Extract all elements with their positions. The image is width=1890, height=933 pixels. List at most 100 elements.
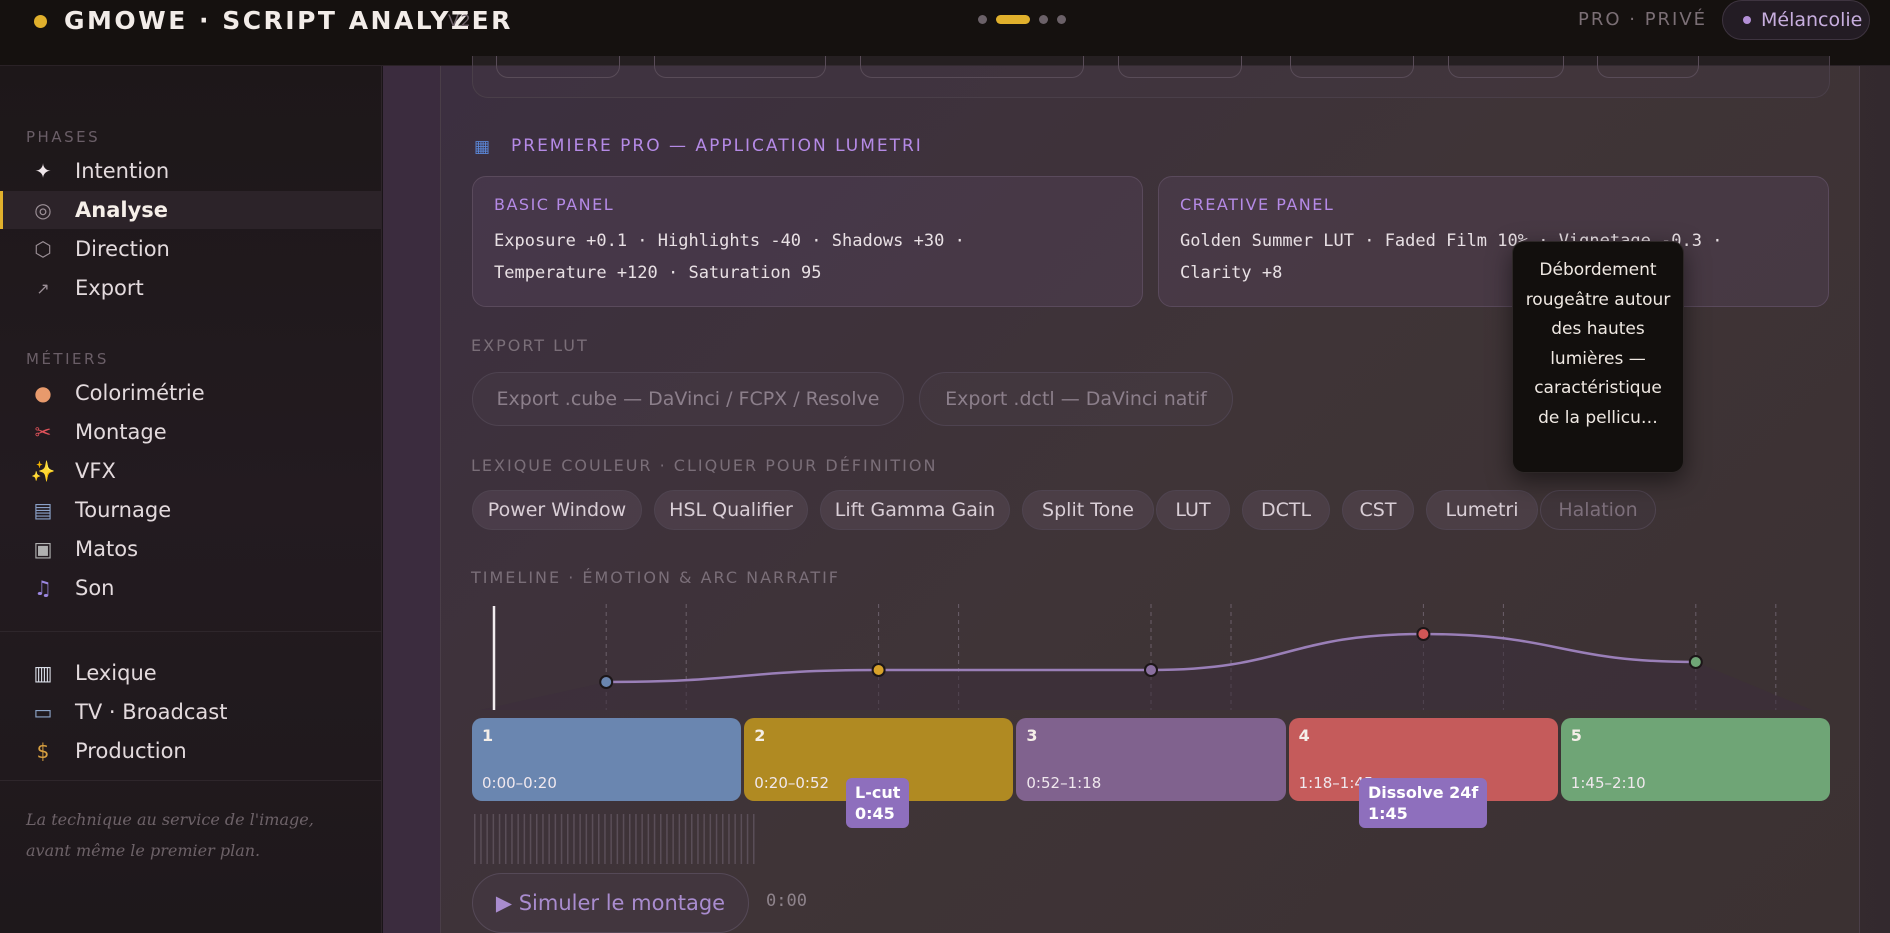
segment-number: 3: [1026, 726, 1038, 745]
quote-line-1: La technique au service de l'image,: [26, 810, 314, 829]
waveform-bar: [635, 814, 637, 864]
sidebar-item-label: Montage: [75, 420, 167, 444]
phase-progress: [978, 15, 1066, 24]
sidebar-item-production[interactable]: $ Production: [0, 732, 382, 770]
waveform-bar: [560, 814, 563, 864]
sidebar-item-label: VFX: [75, 459, 116, 483]
timeline-title: TIMELINE · ÉMOTION & ARC NARRATIF: [471, 568, 841, 587]
segment-time: 0:52–1:18: [1026, 774, 1102, 792]
sidebar-item-label: Production: [75, 739, 187, 763]
waveform-bar: [591, 814, 594, 864]
waveform-bar: [703, 814, 705, 864]
phase-dot-4[interactable]: [1057, 15, 1066, 24]
waveform-bar: [629, 814, 631, 864]
waveform-bar: [492, 814, 495, 864]
waveform-bar: [684, 814, 687, 864]
sidebar-item-intention[interactable]: ✦ Intention: [0, 152, 382, 190]
sidebar-item-label: Direction: [75, 237, 170, 261]
phase-dot-2[interactable]: [996, 15, 1030, 24]
timeline-segment-5[interactable]: 5 1:45–2:10: [1560, 718, 1830, 801]
sidebar-item-tv-broadcast[interactable]: ▭ TV · Broadcast: [0, 693, 382, 731]
cut-type: L-cut: [855, 783, 901, 802]
phase-dot-1[interactable]: [978, 15, 987, 24]
waveform-bar: [548, 814, 550, 864]
sidebar-item-direction[interactable]: ⬡ Direction: [0, 230, 382, 268]
sidebar-item-label: Colorimétrie: [75, 381, 205, 405]
chip-lumetri[interactable]: Lumetri: [1426, 490, 1538, 530]
chip-cst[interactable]: CST: [1342, 490, 1414, 530]
emotion-point-2: [871, 663, 886, 677]
sidebar-item-montage[interactable]: ✂ Montage: [0, 413, 382, 451]
previous-chip: [1118, 56, 1242, 78]
basic-panel-line: Exposure +0.1 · Highlights -40 · Shadows…: [494, 231, 965, 251]
sidebar-item-label: Matos: [75, 537, 139, 561]
simulate-montage-button[interactable]: ▶ Simuler le montage: [472, 873, 749, 933]
waveform-bar: [511, 814, 513, 864]
waveform-bar: [691, 814, 693, 864]
sidebar-item-analyse[interactable]: ◎ Analyse: [0, 191, 382, 229]
mood-badge[interactable]: Mélancolie: [1722, 0, 1870, 40]
waveform-bar: [678, 814, 681, 864]
timeline-segment-1[interactable]: 1 0:00–0:20: [472, 718, 742, 801]
timeline-segment-3[interactable]: 3 0:52–1:18: [1016, 718, 1286, 801]
sidebar-quote: La technique au service de l'image, avan…: [26, 804, 346, 866]
cut-time: 0:45: [855, 804, 895, 823]
sidebar-item-tournage[interactable]: ▤ Tournage: [0, 491, 382, 529]
waveform-bar: [672, 814, 674, 864]
waveform-bar: [486, 814, 488, 864]
sidebar-item-matos[interactable]: ▣ Matos: [0, 530, 382, 568]
cut-type: Dissolve 24f: [1368, 783, 1479, 802]
sidebar-item-son[interactable]: ♫ Son: [0, 569, 382, 607]
chip-dctl[interactable]: DCTL: [1242, 490, 1330, 530]
emotion-point-5: [1688, 655, 1703, 669]
sidebar-item-label: Intention: [75, 159, 170, 183]
phase-dot-3[interactable]: [1039, 15, 1048, 24]
previous-chip: [1290, 56, 1414, 78]
waveform-bar: [585, 814, 588, 864]
sidebar-divider: [0, 631, 382, 632]
halation-definition-tooltip: Débordement rougeâtre autour des hautes …: [1512, 241, 1684, 473]
chip-lift-gamma-gain[interactable]: Lift Gamma Gain: [820, 490, 1010, 530]
audio-waveform: [474, 814, 755, 864]
premiere-section-title: PREMIERE PRO — APPLICATION LUMETRI: [511, 136, 923, 156]
chip-split-tone[interactable]: Split Tone: [1022, 490, 1154, 530]
book-icon: ▥: [33, 661, 53, 685]
sidebar-item-label: Lexique: [75, 661, 157, 685]
waveform-bar: [660, 814, 662, 864]
chip-power-window[interactable]: Power Window: [472, 490, 642, 530]
money-bag-icon: $: [36, 739, 50, 763]
waveform-bar: [697, 814, 699, 864]
sidebar-item-lexique[interactable]: ▥ Lexique: [0, 654, 382, 692]
sidebar-item-export[interactable]: ↗ Export: [0, 269, 382, 307]
mood-label: Mélancolie: [1761, 9, 1863, 31]
playback-time: 0:00: [766, 891, 807, 911]
previous-chip: [860, 56, 1084, 78]
waveform-bar: [579, 814, 581, 864]
app-title: GMOWE · SCRIPT ANALYZER: [64, 6, 513, 35]
chip-lut[interactable]: LUT: [1156, 490, 1230, 530]
chip-halation[interactable]: Halation: [1540, 490, 1656, 530]
waveform-bar: [740, 814, 743, 864]
basic-panel-title: BASIC PANEL: [494, 195, 615, 214]
arrow-icon: ↗: [36, 278, 50, 298]
emotion-point-1: [599, 675, 614, 689]
cut-marker-dissolve[interactable]: Dissolve 24f 1:45: [1359, 778, 1488, 828]
export-cube-button[interactable]: Export .cube — DaVinci / FCPX / Resolve: [472, 372, 904, 426]
waveform-bar: [498, 814, 501, 864]
waveform-bar: [529, 814, 532, 864]
waveform-bar: [753, 814, 755, 864]
previous-chip: [1448, 56, 1564, 78]
sparkles-icon: ✨: [30, 459, 56, 483]
sidebar-item-colorimetrie[interactable]: ● Colorimétrie: [0, 374, 382, 412]
quote-line-2: avant même le premier plan.: [26, 841, 261, 860]
sidebar-item-vfx[interactable]: ✨ VFX: [0, 452, 382, 490]
waveform-bar: [480, 814, 482, 864]
film-icon: ▦: [474, 137, 491, 157]
sparkle-icon: ✦: [34, 159, 52, 183]
chip-hsl-qualifier[interactable]: HSL Qualifier: [654, 490, 808, 530]
music-icon: ♫: [34, 576, 52, 600]
sidebar: PHASES ✦ Intention ◎ Analyse ⬡ Direction…: [0, 66, 382, 933]
export-dctl-button[interactable]: Export .dctl — DaVinci natif: [919, 372, 1233, 426]
segment-time: 0:20–0:52: [754, 774, 830, 792]
cut-marker-lcut[interactable]: L-cut 0:45: [846, 778, 910, 828]
